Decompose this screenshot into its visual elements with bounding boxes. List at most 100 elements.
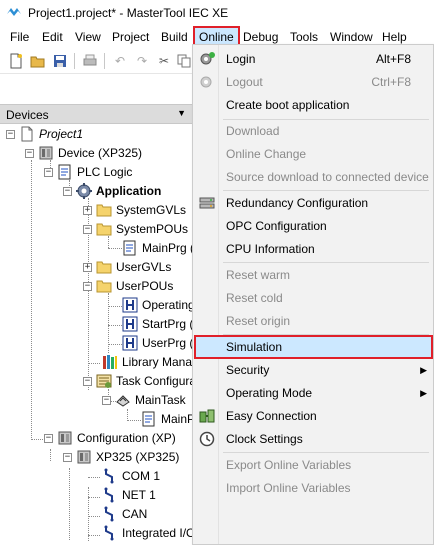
tree-item-systemgvls[interactable]: + SystemGVLs <box>83 201 186 219</box>
menu-item-security[interactable]: Security ▶ <box>194 359 433 381</box>
menu-item-download[interactable]: Download <box>194 120 433 142</box>
collapse-icon[interactable]: − <box>83 376 92 386</box>
tree-item-label: UserPrg (P <box>142 336 192 350</box>
menu-item-import-online-variables[interactable]: Import Online Variables <box>194 477 433 499</box>
print-icon[interactable] <box>82 53 98 69</box>
collapse-icon[interactable]: − <box>63 186 72 196</box>
collapse-icon[interactable]: − <box>44 167 53 177</box>
online-menu-dropdown: Login Alt+F8 Logout Ctrl+F8 Create boot … <box>192 44 434 545</box>
menu-project[interactable]: Project <box>112 29 149 45</box>
collapse-icon[interactable]: − <box>63 452 72 462</box>
collapse-icon[interactable]: − <box>83 281 92 291</box>
collapse-icon[interactable]: − <box>6 129 15 139</box>
tree-item-net1[interactable]: NET 1 <box>102 486 156 504</box>
tree-item-userpous[interactable]: − UserPOUs <box>83 277 173 295</box>
tree-item-mainprg[interactable]: MainPrg (P <box>122 239 192 257</box>
menu-tools[interactable]: Tools <box>290 29 318 45</box>
menu-edit[interactable]: Edit <box>42 29 63 45</box>
tree-item-task-configuration[interactable]: − Task Configura <box>83 372 192 390</box>
easy-connection-label: Easy Connection <box>226 409 317 423</box>
cut-icon[interactable]: ✂ <box>156 53 172 69</box>
menu-build[interactable]: Build <box>161 29 188 45</box>
menu-item-cpu-information[interactable]: CPU Information <box>194 238 433 260</box>
tree-item-maintask[interactable]: − MainTask <box>102 391 186 409</box>
menu-debug[interactable]: Debug <box>243 29 278 45</box>
tree-item-label: SystemGVLs <box>116 203 187 217</box>
collapse-icon[interactable]: − <box>44 433 53 443</box>
mastertool-app-icon <box>7 8 21 16</box>
logout-shortcut: Ctrl+F8 <box>371 75 411 89</box>
new-file-icon[interactable] <box>8 53 24 69</box>
tree-item-userprg[interactable]: UserPrg (P <box>122 334 192 352</box>
tree-item-startprg[interactable]: StartPrg (P <box>122 315 192 333</box>
menu-help[interactable]: Help <box>382 29 407 45</box>
tree-item-device[interactable]: − Device (XP325) <box>25 144 142 162</box>
menu-item-online-change[interactable]: Online Change <box>194 143 433 165</box>
copy-icon[interactable] <box>176 53 192 69</box>
expand-icon[interactable]: + <box>83 262 92 272</box>
tree-item-label: Application <box>96 184 162 198</box>
device-icon <box>76 449 92 465</box>
tree-item-mainprg-call[interactable]: MainPr <box>141 410 192 428</box>
tree-item-systempous[interactable]: − SystemPOUs <box>83 220 188 238</box>
tree-item-can[interactable]: CAN <box>102 505 147 523</box>
menu-item-logout[interactable]: Logout Ctrl+F8 <box>194 71 433 93</box>
menu-item-opc-configuration[interactable]: OPC Configuration <box>194 215 433 237</box>
window-title: Project1.project* - MasterTool IEC XE <box>28 6 229 20</box>
create-boot-label: Create boot application <box>226 98 350 112</box>
collapse-icon[interactable]: − <box>102 395 111 405</box>
expand-icon[interactable]: + <box>83 205 92 215</box>
menu-item-login[interactable]: Login Alt+F8 <box>194 48 433 70</box>
tree-item-label: Operating <box>142 298 192 312</box>
tree-item-label: XP325 (XP325) <box>96 450 180 464</box>
login-gear-icon <box>199 51 215 67</box>
clock-icon <box>199 431 215 447</box>
undo-icon[interactable]: ↶ <box>112 53 128 69</box>
redundancy-label: Redundancy Configuration <box>226 196 369 210</box>
submenu-arrow-icon: ▶ <box>420 388 427 398</box>
tree-item-xp325[interactable]: − XP325 (XP325) <box>63 448 179 466</box>
menu-item-redundancy-configuration[interactable]: Redundancy Configuration <box>194 192 433 214</box>
menu-separator <box>223 452 429 453</box>
tree-item-label: MainPr <box>161 412 192 426</box>
tree-item-integrated-io[interactable]: Integrated I/O <box>102 524 192 542</box>
tree-item-label: MainPrg (P <box>142 241 192 255</box>
tree-item-com1[interactable]: COM 1 <box>102 467 160 485</box>
tree-item-label: Project1 <box>39 127 84 141</box>
tree-item-plc-logic[interactable]: − PLC Logic <box>44 163 132 181</box>
panel-dropdown-arrow-icon[interactable]: ▼ <box>177 108 186 118</box>
menu-item-create-boot-application[interactable]: Create boot application <box>194 94 433 116</box>
reset-warm-label: Reset warm <box>226 268 291 282</box>
collapse-icon[interactable]: − <box>25 148 34 158</box>
menu-view[interactable]: View <box>75 29 101 45</box>
save-icon[interactable] <box>52 53 68 69</box>
menu-item-simulation[interactable]: Simulation <box>194 335 433 359</box>
menu-item-easy-connection[interactable]: Easy Connection <box>194 405 433 427</box>
menu-item-reset-warm[interactable]: Reset warm <box>194 264 433 286</box>
tree-item-configuration[interactable]: − Configuration (XP) <box>44 429 176 447</box>
menu-item-reset-cold[interactable]: Reset cold <box>194 287 433 309</box>
toolbar: ↶ ↷ ✂ <box>0 48 200 74</box>
open-folder-icon[interactable] <box>30 53 46 69</box>
online-change-label: Online Change <box>226 147 307 161</box>
tree-item-usergvls[interactable]: + UserGVLs <box>83 258 171 276</box>
simulation-label: Simulation <box>226 340 283 354</box>
menu-item-export-online-variables[interactable]: Export Online Variables <box>194 454 433 476</box>
program-icon <box>122 240 138 256</box>
menu-item-clock-settings[interactable]: Clock Settings <box>194 428 433 450</box>
menu-item-reset-origin[interactable]: Reset origin <box>194 310 433 332</box>
security-label: Security <box>226 363 270 377</box>
source-download-label: Source download to connected device <box>226 170 429 184</box>
tree-item-label: Device (XP325) <box>58 146 143 160</box>
menu-item-source-download[interactable]: Source download to connected device <box>194 166 433 188</box>
menu-item-operating-mode[interactable]: Operating Mode ▶ <box>194 382 433 404</box>
menu-file[interactable]: File <box>10 29 29 45</box>
tree-item-operating[interactable]: Operating <box>122 296 192 314</box>
tree-item-application[interactable]: − Application <box>63 182 161 200</box>
collapse-icon[interactable]: − <box>83 224 92 234</box>
tree-item-label: PLC Logic <box>77 165 133 179</box>
redo-icon[interactable]: ↷ <box>134 53 150 69</box>
menu-window[interactable]: Window <box>330 29 373 45</box>
tree-item-project1[interactable]: − Project1 <box>6 125 83 143</box>
tree-item-library-manager[interactable]: Library Manage <box>102 353 192 371</box>
